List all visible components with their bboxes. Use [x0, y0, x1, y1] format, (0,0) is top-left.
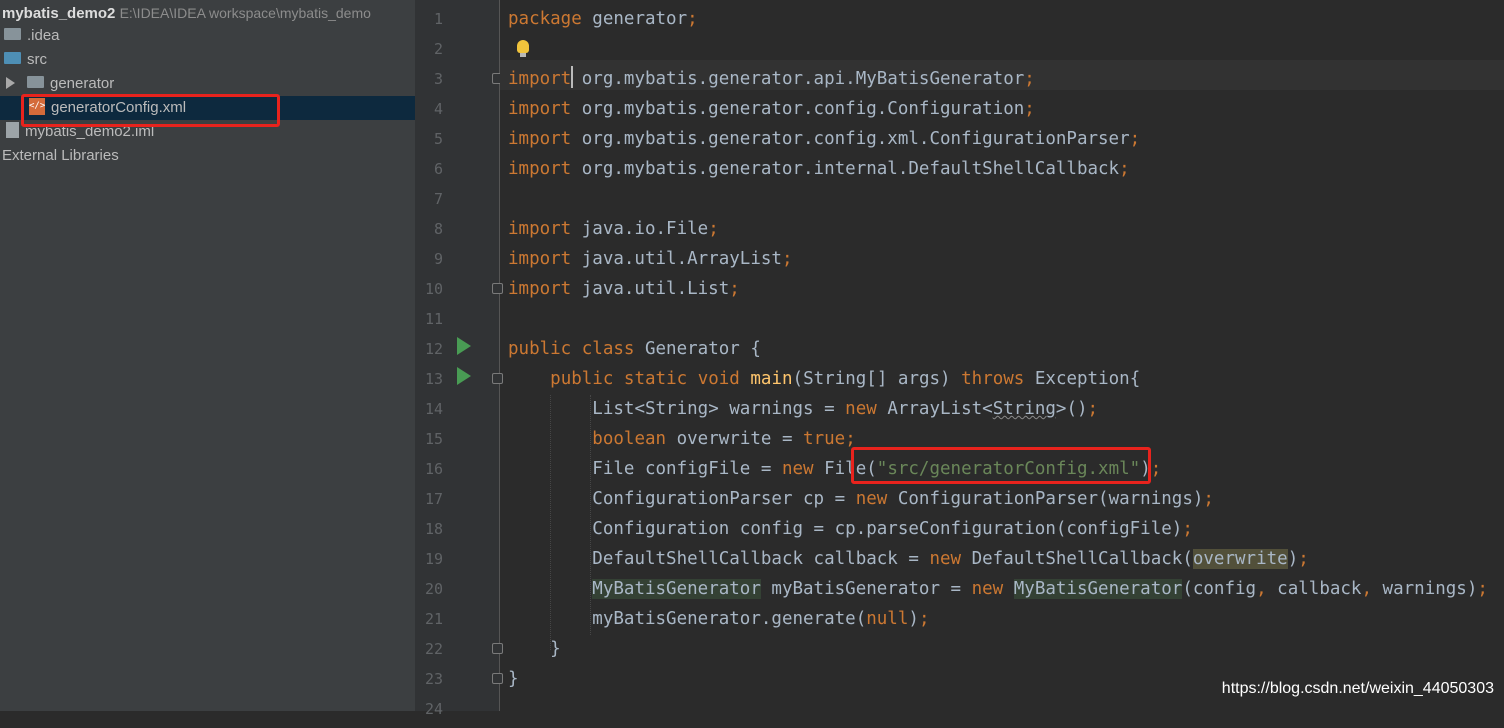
line-number: 13 — [424, 370, 443, 388]
line-number: 3 — [433, 70, 443, 88]
line-number: 15 — [424, 430, 443, 448]
tree-item-label: External Libraries — [2, 147, 119, 164]
code-line-23: } — [508, 669, 519, 689]
line-number: 11 — [424, 310, 443, 328]
tree-item-idea[interactable]: .idea — [4, 24, 60, 48]
code-line-18: Configuration config = cp.parseConfigura… — [592, 519, 1193, 539]
highlight-box-config-path — [851, 447, 1151, 484]
line-number: 14 — [424, 400, 443, 418]
fold-marker-icon[interactable] — [492, 373, 503, 384]
code-line-6: import org.mybatis.generator.internal.De… — [508, 159, 1130, 179]
expand-arrow-icon[interactable] — [6, 77, 15, 90]
editor-gutter: 1 2 3 4 5 6 7 8 9 10 11 12 13 14 15 16 1… — [415, 0, 500, 718]
line-number: 7 — [433, 190, 443, 208]
source-folder-icon — [4, 52, 21, 65]
code-line-20: MyBatisGenerator myBatisGenerator = new … — [592, 579, 1488, 599]
code-line-14: List<String> warnings = new ArrayList<St… — [592, 399, 1099, 419]
line-number: 18 — [424, 520, 443, 538]
line-number: 4 — [433, 100, 443, 118]
line-number: 1 — [433, 10, 443, 28]
fold-marker-icon[interactable] — [492, 673, 503, 684]
tree-item-src[interactable]: src — [4, 48, 47, 72]
line-number: 16 — [424, 460, 443, 478]
highlight-box-config-file — [21, 94, 280, 127]
code-line-19: DefaultShellCallback callback = new Defa… — [592, 549, 1309, 569]
line-number: 21 — [424, 610, 443, 628]
package-icon — [27, 76, 44, 89]
project-root[interactable]: mybatis_demo2 E:\IDEA\IDEA workspace\myb… — [2, 1, 371, 25]
code-line-3: import org.mybatis.generator.api.MyBatis… — [508, 60, 1035, 90]
line-number: 2 — [433, 40, 443, 58]
tree-item-generator[interactable]: generator — [6, 72, 114, 96]
module-file-icon — [6, 122, 19, 139]
fold-marker-icon[interactable] — [492, 283, 503, 294]
project-path: E:\IDEA\IDEA workspace\mybatis_demo — [119, 5, 371, 21]
code-line-4: import org.mybatis.generator.config.Conf… — [508, 99, 1035, 119]
code-line-13: public static void main(String[] args) t… — [550, 369, 1141, 389]
line-number: 5 — [433, 130, 443, 148]
tree-item-label: src — [27, 51, 47, 68]
line-number: 6 — [433, 160, 443, 178]
code-line-5: import org.mybatis.generator.config.xml.… — [508, 129, 1141, 149]
tree-item-label: generator — [50, 75, 115, 92]
code-line-15: boolean overwrite = true; — [592, 429, 856, 449]
project-name: mybatis_demo2 — [2, 5, 116, 22]
line-number: 23 — [424, 670, 443, 688]
code-line-10: import java.util.List; — [508, 279, 740, 299]
tree-item-label: .idea — [27, 27, 60, 44]
code-editor[interactable]: 1 2 3 4 5 6 7 8 9 10 11 12 13 14 15 16 1… — [415, 0, 1504, 718]
code-line-12: public class Generator { — [508, 339, 761, 359]
line-number: 12 — [424, 340, 443, 358]
intention-bulb-icon[interactable] — [517, 40, 529, 57]
code-line-21: myBatisGenerator.generate(null); — [592, 609, 930, 629]
line-number: 17 — [424, 490, 443, 508]
project-tool-window: mybatis_demo2 E:\IDEA\IDEA workspace\myb… — [0, 0, 415, 711]
line-number: 8 — [433, 220, 443, 238]
code-line-8: import java.io.File; — [508, 219, 719, 239]
line-number: 10 — [424, 280, 443, 298]
code-line-1: package generator; — [508, 9, 698, 29]
code-line-9: import java.util.ArrayList; — [508, 249, 793, 269]
line-number: 20 — [424, 580, 443, 598]
code-line-17: ConfigurationParser cp = new Configurati… — [592, 489, 1214, 509]
code-line-22: } — [550, 639, 561, 659]
run-main-icon[interactable] — [457, 367, 471, 385]
tree-item-external-libraries[interactable]: External Libraries — [2, 144, 119, 168]
line-number: 9 — [433, 250, 443, 268]
text-caret — [571, 66, 574, 88]
run-class-icon[interactable] — [457, 337, 471, 355]
line-number: 22 — [424, 640, 443, 658]
fold-marker-icon[interactable] — [492, 643, 503, 654]
folder-icon — [4, 28, 21, 41]
line-number: 19 — [424, 550, 443, 568]
watermark: https://blog.csdn.net/weixin_44050303 — [1221, 680, 1494, 697]
line-number: 24 — [424, 700, 443, 718]
